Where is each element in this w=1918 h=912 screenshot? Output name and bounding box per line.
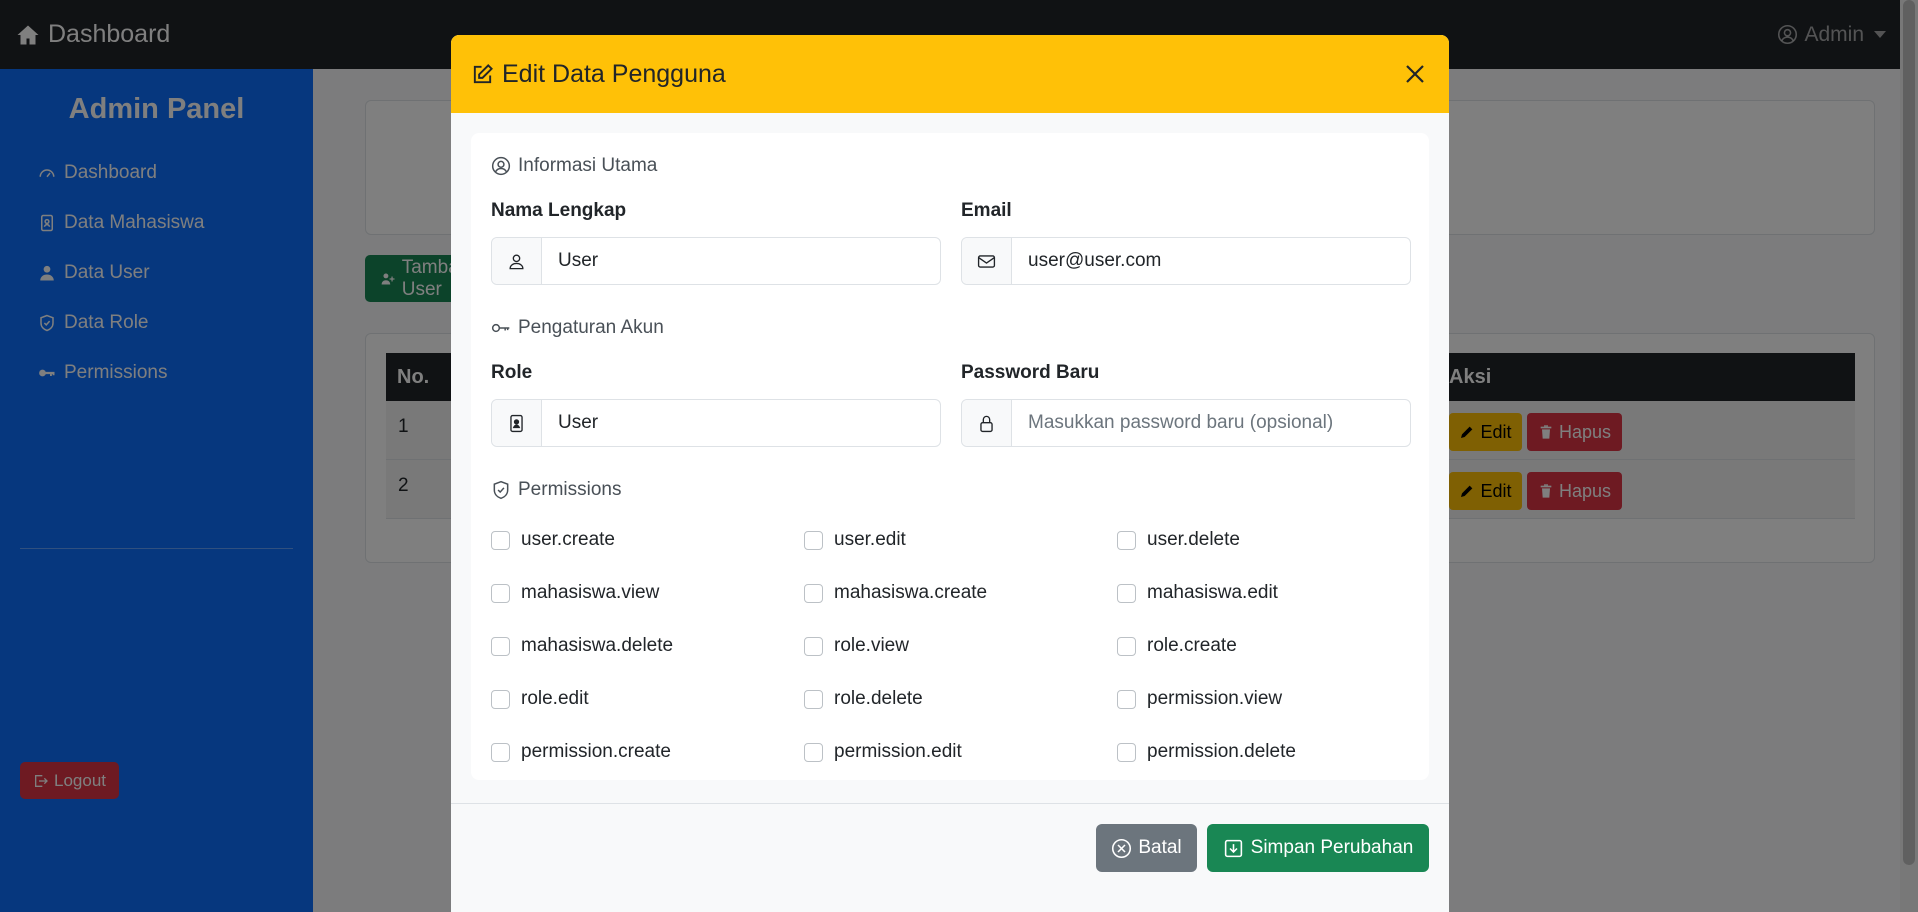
modal-title: Edit Data Pengguna [471, 60, 726, 89]
modal-header: Edit Data Pengguna [451, 35, 1449, 113]
save-button[interactable]: Simpan Perubahan [1207, 824, 1429, 872]
modal-title-text: Edit Data Pengguna [502, 59, 726, 88]
name-input[interactable] [542, 238, 940, 284]
permission-label: role.delete [834, 688, 923, 709]
permission-label: user.edit [834, 529, 906, 550]
permission-checkbox-item[interactable]: mahasiswa.view [491, 582, 659, 604]
password-label: Password Baru [961, 362, 1100, 383]
x-circle-icon [1112, 838, 1132, 858]
permission-label: role.edit [521, 688, 589, 709]
section-permissions-label: Permissions [518, 479, 622, 500]
section-account-label: Pengaturan Akun [518, 317, 664, 338]
permission-label: mahasiswa.view [521, 582, 660, 603]
permission-checkbox[interactable] [1117, 742, 1136, 762]
permission-checkbox-item[interactable]: user.delete [1117, 529, 1240, 551]
permission-checkbox-item[interactable]: mahasiswa.edit [1117, 582, 1278, 604]
permission-checkbox-item[interactable]: permission.delete [1117, 741, 1296, 763]
permission-label: permission.create [521, 741, 671, 762]
permission-checkbox-item[interactable]: permission.create [491, 741, 671, 763]
permission-checkbox[interactable] [491, 689, 510, 709]
permission-checkbox-item[interactable]: role.view [804, 635, 909, 657]
email-input[interactable] [1012, 238, 1410, 284]
key-icon [491, 323, 510, 333]
password-input-group [961, 399, 1411, 447]
permission-label: permission.delete [1147, 741, 1296, 762]
permission-checkbox-item[interactable]: permission.view [1117, 688, 1282, 710]
lock-icon [980, 415, 993, 432]
permission-label: permission.edit [834, 741, 962, 762]
permission-checkbox[interactable] [1117, 636, 1136, 656]
person-circle-icon [491, 156, 511, 176]
permission-label: user.create [521, 529, 615, 550]
permission-checkbox[interactable] [491, 636, 510, 656]
form-card: Informasi Utama Nama Lengkap Email Penga… [471, 133, 1429, 780]
section-main-info-label: Informasi Utama [518, 155, 658, 176]
modal-footer: Batal Simpan Perubahan [451, 803, 1449, 912]
permission-checkbox[interactable] [804, 689, 823, 709]
cancel-label: Batal [1138, 837, 1182, 858]
permission-checkbox-item[interactable]: user.create [491, 529, 615, 551]
password-addon [962, 400, 1012, 446]
modal-body: Informasi Utama Nama Lengkap Email Penga… [451, 113, 1449, 803]
permission-label: permission.view [1147, 688, 1283, 709]
person-icon [509, 253, 524, 269]
role-addon [492, 400, 542, 446]
permission-label: user.delete [1147, 529, 1240, 550]
permission-label: mahasiswa.delete [521, 635, 674, 656]
pencil-square-icon [473, 63, 493, 83]
permission-checkbox-item[interactable]: role.create [1117, 635, 1237, 657]
shield-check-icon [493, 480, 509, 500]
permission-checkbox[interactable] [1117, 583, 1136, 603]
person-badge-icon [510, 414, 523, 432]
close-button[interactable] [1401, 60, 1429, 88]
section-main-info: Informasi Utama [491, 155, 657, 177]
edit-user-modal: Edit Data Pengguna Informasi Utama Nama … [451, 35, 1449, 912]
permission-checkbox-item[interactable]: mahasiswa.delete [491, 635, 673, 657]
section-account-settings: Pengaturan Akun [491, 317, 664, 339]
role-input[interactable] [542, 400, 940, 446]
email-addon [962, 238, 1012, 284]
close-icon [1406, 65, 1424, 83]
role-input-group [491, 399, 941, 447]
envelope-icon [977, 254, 996, 268]
permission-checkbox-item[interactable]: role.edit [491, 688, 589, 710]
permission-checkbox[interactable] [804, 583, 823, 603]
permission-checkbox[interactable] [491, 742, 510, 762]
permission-checkbox[interactable] [491, 583, 510, 603]
download-icon [1224, 839, 1242, 857]
permission-label: role.view [834, 635, 909, 656]
permission-checkbox[interactable] [804, 530, 823, 550]
permission-checkbox[interactable] [804, 742, 823, 762]
name-input-group [491, 237, 941, 285]
name-addon [492, 238, 542, 284]
cancel-button[interactable]: Batal [1096, 824, 1197, 872]
email-input-group [961, 237, 1411, 285]
email-label: Email [961, 200, 1012, 221]
permission-checkbox-item[interactable]: permission.edit [804, 741, 962, 763]
permission-checkbox-item[interactable]: user.edit [804, 529, 906, 551]
permission-checkbox-item[interactable]: mahasiswa.create [804, 582, 987, 604]
permission-checkbox[interactable] [1117, 689, 1136, 709]
permission-checkbox[interactable] [491, 530, 510, 550]
permission-label: role.create [1147, 635, 1237, 656]
role-label: Role [491, 362, 533, 383]
permission-checkbox[interactable] [1117, 530, 1136, 550]
permission-checkbox-item[interactable]: role.delete [804, 688, 923, 710]
permission-label: mahasiswa.edit [1147, 582, 1278, 603]
permission-checkbox[interactable] [804, 636, 823, 656]
permission-label: mahasiswa.create [834, 582, 988, 603]
save-label: Simpan Perubahan [1250, 837, 1414, 858]
name-label: Nama Lengkap [491, 200, 627, 221]
password-input[interactable] [1012, 400, 1410, 446]
section-permissions: Permissions [491, 479, 621, 501]
